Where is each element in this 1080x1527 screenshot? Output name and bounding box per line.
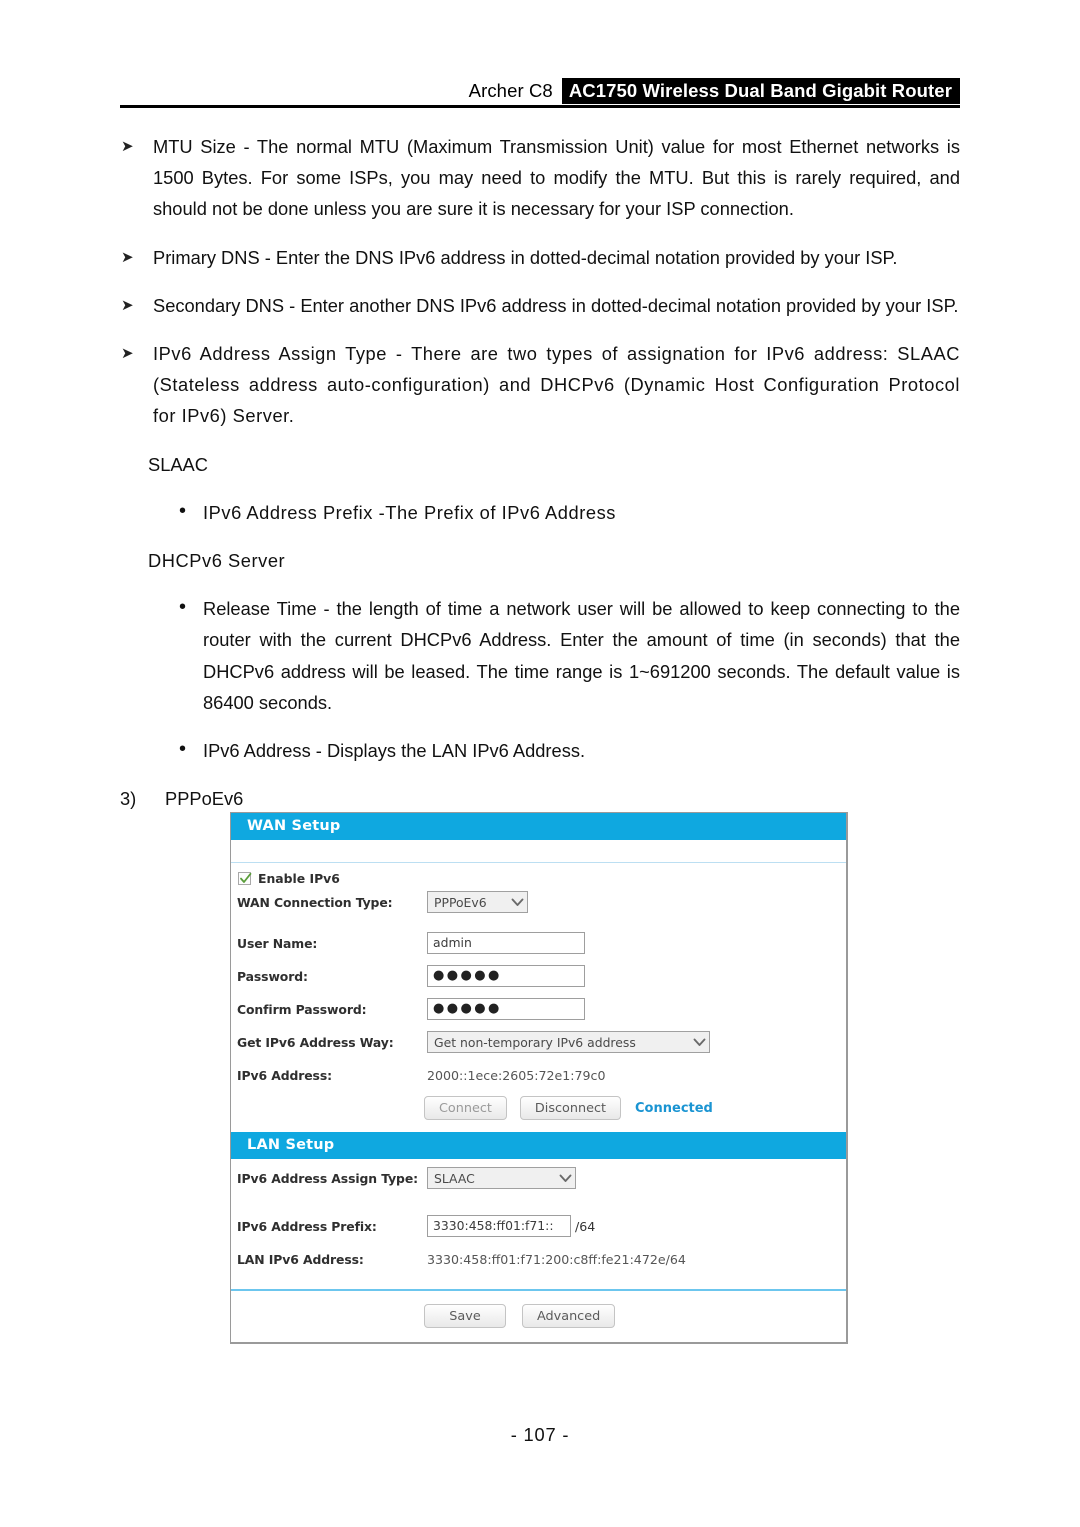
paragraph-primary-dns-text: Primary DNS - Enter the DNS IPv6 address… (153, 246, 898, 268)
document-header: Archer C8 AC1750 Wireless Dual Band Giga… (120, 78, 960, 108)
arrow-bullet-icon: ➤ (121, 248, 134, 266)
ipv6-address-label: IPv6 Address: (237, 1067, 332, 1083)
enable-ipv6-row[interactable]: Enable IPv6 (231, 871, 846, 886)
heading-slaac: SLAAC (120, 449, 960, 480)
wan-setup-section-header: WAN Setup (231, 813, 846, 840)
user-name-row: User Name: admin (231, 931, 846, 955)
bullet-ipv6-address-prefix: • IPv6 Address Prefix -The Prefix of IPv… (120, 497, 960, 528)
assign-type-select[interactable]: SLAAC (427, 1167, 576, 1189)
assign-type-label: IPv6 Address Assign Type: (237, 1170, 418, 1186)
paragraph-secondary-dns-text: Secondary DNS - Enter another DNS IPv6 a… (153, 294, 959, 316)
lan-ipv6-address-label: LAN IPv6 Address: (237, 1251, 364, 1267)
lan-ipv6-address-row: LAN IPv6 Address: 3330:458:ff01:f71:200:… (231, 1247, 846, 1271)
password-input[interactable]: ●●●●● (427, 965, 585, 987)
arrow-bullet-icon: ➤ (121, 345, 135, 363)
get-ipv6-way-label: Get IPv6 Address Way: (237, 1034, 394, 1050)
connect-button[interactable]: Connect (424, 1096, 507, 1120)
wan-gap-1 (231, 914, 846, 931)
get-ipv6-way-row: Get IPv6 Address Way: Get non-temporary … (231, 1030, 846, 1054)
wan-connection-type-label: WAN Connection Type: (237, 894, 393, 910)
wan-gap-2 (231, 955, 846, 964)
get-ipv6-way-select[interactable]: Get non-temporary IPv6 address (427, 1031, 710, 1053)
arrow-bullet-icon: ➤ (121, 138, 134, 155)
round-bullet-icon: • (179, 738, 187, 761)
section-heading-pppoev6: 3) PPPoEv6 (120, 783, 960, 814)
connection-buttons-row: Connect Disconnect Connected (231, 1096, 846, 1120)
chevron-down-icon (511, 898, 524, 907)
round-bullet-icon: • (179, 596, 187, 619)
paragraph-mtu-size: ➤ MTU Size - The normal MTU (Maximum Tra… (120, 131, 960, 225)
page-number: - 107 - (510, 1424, 570, 1445)
get-ipv6-way-value: Get non-temporary IPv6 address (434, 1034, 636, 1050)
wan-connection-type-value: PPPoEv6 (434, 894, 487, 910)
user-name-label: User Name: (237, 935, 318, 951)
document-body: ➤ MTU Size - The normal MTU (Maximum Tra… (120, 131, 960, 831)
bullet-release-time-text: Release Time - the length of time a netw… (203, 598, 960, 713)
round-bullet-icon: • (179, 499, 187, 522)
advanced-button[interactable]: Advanced (522, 1304, 616, 1328)
lan-setup-body: IPv6 Address Assign Type: SLAAC IPv6 Add… (231, 1166, 846, 1342)
arrow-bullet-icon: ➤ (121, 296, 134, 314)
heading-dhcpv6-server-text: DHCPv6 Server (148, 550, 286, 572)
bullet-ipv6-address-text: IPv6 Address - Displays the LAN IPv6 Add… (203, 740, 586, 762)
disconnect-button[interactable]: Disconnect (519, 1096, 622, 1120)
footer-buttons-row: Save Advanced (231, 1291, 846, 1342)
paragraph-mtu-size-text: MTU Size - The normal MTU (Maximum Trans… (153, 136, 960, 220)
password-label: Password: (237, 968, 308, 984)
lan-gap-2 (231, 1238, 846, 1247)
section-number: 3) (120, 788, 137, 810)
wan-setup-body: Enable IPv6 WAN Connection Type: PPPoEv6… (231, 871, 846, 1120)
lan-gap-1 (231, 1190, 846, 1214)
ipv6-prefix-label: IPv6 Address Prefix: (237, 1218, 377, 1234)
document-page: Archer C8 AC1750 Wireless Dual Band Giga… (0, 0, 1080, 1527)
lan-ipv6-address-value: 3330:458:ff01:f71:200:c8ff:fe21:472e/64 (427, 1251, 686, 1267)
wan-gap-4 (231, 1021, 846, 1030)
ipv6-address-row: IPv6 Address: 2000::1ece:2605:72e1:79c0 (231, 1063, 846, 1087)
enable-ipv6-label: Enable IPv6 (258, 871, 340, 886)
enable-ipv6-checkbox[interactable] (238, 872, 252, 885)
heading-dhcpv6-server: DHCPv6 Server (120, 545, 960, 576)
chevron-down-icon (559, 1174, 572, 1183)
heading-slaac-text: SLAAC (148, 453, 208, 475)
ipv6-prefix-input[interactable]: 3330:458:ff01:f71:: (427, 1215, 571, 1237)
paragraph-assign-type-text: IPv6 Address Assign Type - There are two… (153, 343, 960, 427)
confirm-password-input[interactable]: ●●●●● (427, 998, 585, 1020)
router-config-screenshot: WAN Setup Enable IPv6 WAN Connection Typ… (230, 812, 848, 1344)
bullet-ipv6-address: • IPv6 Address - Displays the LAN IPv6 A… (120, 735, 960, 766)
header-rule (120, 105, 960, 108)
confirm-password-label: Confirm Password: (237, 1001, 367, 1017)
ipv6-address-value: 2000::1ece:2605:72e1:79c0 (427, 1067, 606, 1083)
password-row: Password: ●●●●● (231, 964, 846, 988)
user-name-input[interactable]: admin (427, 932, 585, 954)
assign-type-value: SLAAC (434, 1170, 475, 1186)
paragraph-secondary-dns: ➤ Secondary DNS - Enter another DNS IPv6… (120, 290, 960, 321)
section-heading-pppoev6-text: PPPoEv6 (165, 788, 244, 810)
chevron-down-icon (693, 1038, 706, 1047)
paragraph-assign-type: ➤ IPv6 Address Assign Type - There are t… (120, 338, 960, 432)
bullet-ipv6-address-prefix-text: IPv6 Address Prefix -The Prefix of IPv6 … (203, 501, 616, 523)
ipv6-prefix-suffix: /64 (575, 1218, 596, 1234)
connection-status-badge: Connected (635, 1100, 713, 1116)
assign-type-row: IPv6 Address Assign Type: SLAAC (231, 1166, 846, 1190)
lan-setup-section-header: LAN Setup (231, 1132, 846, 1159)
wan-setup-spacer (231, 840, 846, 863)
wan-gap-3 (231, 988, 846, 997)
router-model-name: Archer C8 (468, 80, 553, 101)
wan-gap-5 (231, 1054, 846, 1063)
confirm-password-row: Confirm Password: ●●●●● (231, 997, 846, 1021)
wan-connection-type-row: WAN Connection Type: PPPoEv6 (231, 890, 846, 914)
wan-connection-type-select[interactable]: PPPoEv6 (427, 891, 528, 913)
paragraph-primary-dns: ➤ Primary DNS - Enter the DNS IPv6 addre… (120, 242, 960, 273)
save-button[interactable]: Save (424, 1304, 506, 1328)
router-product-name: AC1750 Wireless Dual Band Gigabit Router (561, 78, 960, 104)
ipv6-prefix-row: IPv6 Address Prefix: 3330:458:ff01:f71::… (231, 1214, 846, 1238)
bullet-release-time: • Release Time - the length of time a ne… (120, 593, 960, 718)
